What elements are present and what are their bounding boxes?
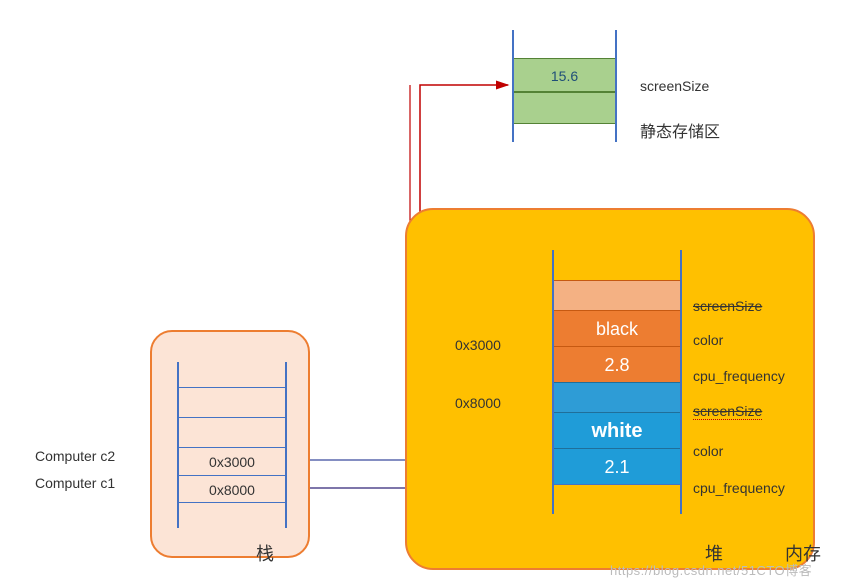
- label-screensize: screenSize: [640, 78, 709, 94]
- heap-address-label-0x3000: 0x3000: [455, 337, 501, 353]
- stack-empty-bottom: [179, 503, 285, 528]
- heap-address-label-0x8000: 0x8000: [455, 395, 501, 411]
- heap-obj2-screensize-slot: [554, 382, 680, 412]
- label-static-storage-area: 静态存储区: [640, 118, 720, 142]
- stack-empty-2: [179, 417, 285, 447]
- watermark-text: https://blog.csdn.net/51CTO博客: [610, 560, 812, 579]
- heap-obj2-cpufreq: 2.1: [554, 448, 680, 484]
- static-column-frame: 15.6: [512, 30, 617, 142]
- heap-obj1-screensize-label: screenSize: [693, 298, 762, 314]
- stack-column: 0x3000 0x8000: [177, 362, 287, 528]
- heap-obj1-screensize-slot: [554, 280, 680, 310]
- label-stack: 栈: [256, 540, 274, 566]
- static-storage-column: 15.6: [512, 30, 617, 142]
- label-computer-c1: Computer c1: [35, 475, 115, 491]
- heap-empty-top: [554, 250, 680, 280]
- heap-obj1-color-label: color: [693, 332, 723, 348]
- heap-obj1-color: black: [554, 310, 680, 346]
- heap-empty-bottom: [554, 484, 680, 514]
- stack-cell-c1: 0x8000: [179, 475, 285, 503]
- stack-empty-0: [179, 362, 285, 387]
- heap-obj1-cpufreq: 2.8: [554, 346, 680, 382]
- static-cell-empty-bottom: [514, 124, 615, 142]
- static-cell-screensize: 15.6: [514, 58, 615, 92]
- heap-area: black 2.8 white 2.1: [405, 208, 815, 570]
- stack-area: 0x3000 0x8000: [150, 330, 310, 558]
- static-cell-empty-top: [514, 30, 615, 58]
- heap-obj2-screensize-label: screenSize: [693, 403, 762, 420]
- heap-column: black 2.8 white 2.1: [552, 250, 682, 514]
- stack-cell-c2: 0x3000: [179, 447, 285, 475]
- heap-obj2-color-label: color: [693, 443, 723, 459]
- heap-obj2-cpufreq-label: cpu_frequency: [693, 480, 785, 496]
- label-computer-c2: Computer c2: [35, 448, 115, 464]
- heap-obj1-cpufreq-label: cpu_frequency: [693, 368, 785, 384]
- stack-empty-1: [179, 387, 285, 417]
- heap-obj2-color: white: [554, 412, 680, 448]
- static-cell-empty2: [514, 92, 615, 124]
